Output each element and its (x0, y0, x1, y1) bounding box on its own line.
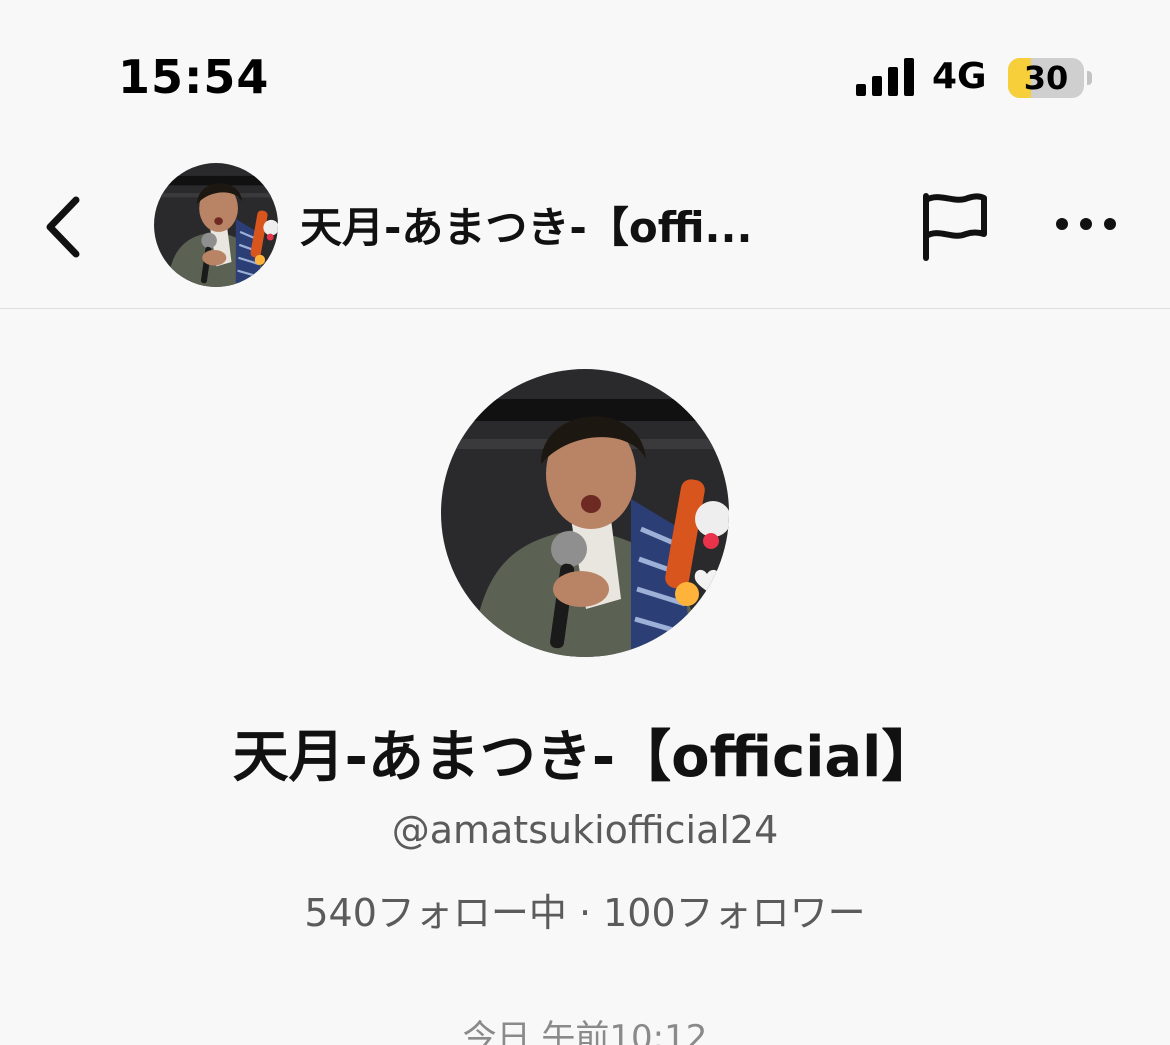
report-flag-button[interactable] (912, 186, 996, 270)
follow-stats: 540フォロー中 · 100フォロワー (304, 891, 866, 935)
cellular-signal-icon (856, 58, 914, 96)
profile-handle: @amatsukiofficial24 (391, 808, 779, 852)
avatar-image (154, 163, 278, 287)
profile-avatar[interactable] (441, 369, 729, 657)
more-options-button[interactable] (1046, 194, 1126, 254)
profile-name: 天月-あまつき-【official】 (232, 725, 938, 790)
battery-level-text: 30 (1023, 59, 1069, 97)
chat-header: 天月-あまつき-【offi... (0, 150, 1170, 309)
back-button[interactable] (30, 180, 102, 270)
status-time: 15:54 (118, 50, 270, 104)
battery-icon: 30 (1008, 58, 1084, 98)
chevron-left-icon (46, 196, 80, 258)
ellipsis-icon (1056, 218, 1116, 230)
network-type: 4G (932, 56, 987, 97)
header-avatar[interactable] (154, 163, 278, 287)
status-bar: 15:54 4G 30 (0, 0, 1170, 150)
header-title: 天月-あまつき-【offi... (300, 203, 753, 252)
profile-screen: 15:54 4G 30 天月-あまつき-【offi... 天月-あまつき-【of… (0, 0, 1170, 1045)
avatar-image (441, 369, 729, 657)
flag-icon (923, 193, 987, 261)
chat-timestamp: 今日 午前10:12 (462, 1018, 708, 1045)
battery-tip (1087, 71, 1092, 85)
